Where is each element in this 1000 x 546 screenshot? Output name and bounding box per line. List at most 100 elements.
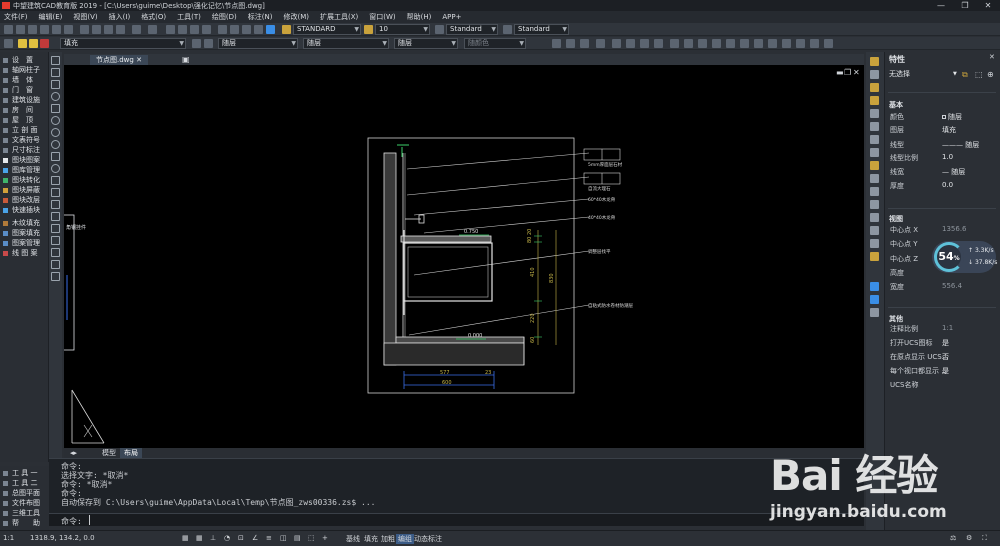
sc-icon[interactable]: ⬚ <box>308 534 315 542</box>
menu-modify[interactable]: 修改(M) <box>283 12 309 22</box>
light-bulb-icon[interactable] <box>18 39 27 48</box>
workspace-icon[interactable]: ⚙ <box>966 534 972 542</box>
help-icon[interactable] <box>266 25 275 34</box>
join-tool-icon[interactable] <box>870 213 879 222</box>
section-basic[interactable]: 基本 <box>889 100 903 110</box>
center-mark-icon[interactable] <box>782 39 791 48</box>
lp-item-hatch-manager[interactable]: 图案管理 <box>3 238 40 248</box>
text-style-select[interactable]: STANDARD ▼ <box>293 24 361 35</box>
lp-item-axis-column[interactable]: 轴网柱子 <box>3 65 40 75</box>
prop-linetype[interactable]: 线型 ——— 随层 <box>890 140 994 151</box>
drawing-canvas[interactable]: ▬ ❐ ✕ 角钢挂件 5mm厚面层石材 自流大理石 60*40木龙骨 40*40… <box>57 65 864 448</box>
pencil-icon[interactable] <box>612 39 621 48</box>
align-icon[interactable] <box>552 39 561 48</box>
tool-palette-icon[interactable] <box>242 25 251 34</box>
design-panel-icon[interactable] <box>870 308 879 317</box>
quick-select-icon[interactable]: ⧉ <box>962 70 968 80</box>
publish-icon[interactable] <box>64 25 73 34</box>
explode-tool-icon[interactable] <box>870 252 879 261</box>
circle-icon[interactable] <box>51 128 60 137</box>
lp-item-room[interactable]: 房 间 <box>3 105 33 115</box>
lp-item-elevation[interactable]: 立 剖 面 <box>3 125 37 135</box>
selection-select[interactable]: 无选择 ▼ <box>889 69 959 80</box>
trim-tool-icon[interactable] <box>870 174 879 183</box>
sun-icon[interactable] <box>29 39 38 48</box>
gradient-icon[interactable] <box>51 236 60 245</box>
dim-style-manager-icon[interactable] <box>824 39 833 48</box>
lp-item-tools-1[interactable]: 工 具 一 <box>3 468 37 478</box>
break-tool-icon[interactable] <box>870 200 879 209</box>
plotstyle-select[interactable]: 随颜色 ▼ <box>464 38 526 49</box>
layer-manager-icon[interactable] <box>4 39 13 48</box>
maximize-button[interactable]: ❐ <box>954 0 976 11</box>
menu-help[interactable]: 帮助(H) <box>407 12 432 22</box>
lp-item-dimension[interactable]: 尺寸标注 <box>3 145 40 155</box>
new-tab-icon[interactable]: ▣ <box>182 55 190 64</box>
paste-icon[interactable] <box>104 25 113 34</box>
lp-item-roof[interactable]: 屋 顶 <box>3 115 33 125</box>
dyn-icon[interactable]: + <box>322 534 328 542</box>
extend-tool-icon[interactable] <box>870 187 879 196</box>
calc-icon[interactable] <box>254 25 263 34</box>
prop-linetype-scale[interactable]: 线型比例 1.0 <box>890 153 994 164</box>
tab-close-icon[interactable]: ✕ <box>136 56 142 64</box>
region-icon[interactable] <box>51 248 60 257</box>
ellipse-arc-icon[interactable] <box>51 176 60 185</box>
ellipse-icon[interactable] <box>51 164 60 173</box>
lp-item-help[interactable]: 帮 助 <box>3 518 40 528</box>
dim-radius-icon[interactable] <box>698 39 707 48</box>
command-input[interactable]: 命令: <box>49 513 864 526</box>
lock-icon[interactable] <box>40 39 49 48</box>
make-block-icon[interactable] <box>51 200 60 209</box>
dim-aligned-icon[interactable] <box>684 39 693 48</box>
menu-file[interactable]: 文件(F) <box>4 12 28 22</box>
mirror-tool-icon[interactable] <box>870 83 879 92</box>
color-select[interactable]: 随层 ▼ <box>218 38 298 49</box>
array-tool-icon[interactable] <box>870 109 879 118</box>
menu-draw[interactable]: 绘图(D) <box>212 12 237 22</box>
prop-ucs-per-viewport[interactable]: 每个视口都显示 ... 是 <box>890 366 994 377</box>
lp-item-site-plan[interactable]: 总图平面 <box>3 488 40 498</box>
move-tool-icon[interactable] <box>870 122 879 131</box>
lp-item-quick-insert[interactable]: 快速插块 <box>3 205 40 215</box>
prop-ucs-at-origin[interactable]: 在原点显示 UCS... 否 <box>890 352 994 363</box>
pencil-tool-icon[interactable] <box>870 57 879 66</box>
rectangle-icon[interactable] <box>51 104 60 113</box>
save-icon[interactable] <box>28 25 37 34</box>
prop-color[interactable]: 颜色 随层 <box>890 112 994 123</box>
ortho-icon[interactable]: ⊥ <box>210 534 216 542</box>
dim-linear-icon[interactable] <box>670 39 679 48</box>
design-center-icon[interactable] <box>230 25 239 34</box>
arc-icon[interactable] <box>51 116 60 125</box>
preview-icon[interactable] <box>52 25 61 34</box>
open-icon[interactable] <box>16 25 25 34</box>
stretch-tool-icon[interactable] <box>870 161 879 170</box>
grid-toggle-icon[interactable]: ▦ <box>196 534 203 542</box>
menu-ext-tools[interactable]: 扩展工具(X) <box>320 12 358 22</box>
menu-format[interactable]: 格式(O) <box>141 12 166 22</box>
dim-angle-icon[interactable] <box>712 39 721 48</box>
prop-lineweight[interactable]: 线宽 — 随层 <box>890 167 994 178</box>
point-icon[interactable] <box>51 212 60 221</box>
prop-thickness[interactable]: 厚度 0.0 <box>890 181 994 192</box>
menu-window[interactable]: 窗口(W) <box>369 12 395 22</box>
prop-center-x[interactable]: 中心点 X 1356.6 <box>890 225 994 236</box>
scale-tool-icon[interactable] <box>870 148 879 157</box>
lp-item-wall[interactable]: 墙 体 <box>3 75 33 85</box>
snap-icon[interactable]: ▦ <box>182 534 189 542</box>
annotation-scale-icon[interactable]: ⚖ <box>950 534 956 542</box>
lp-item-wood-hatch[interactable]: 木纹填充 <box>3 218 40 228</box>
cut-icon[interactable] <box>80 25 89 34</box>
lineweight-select[interactable]: 随层 ▼ <box>394 38 458 49</box>
spline-icon[interactable] <box>51 152 60 161</box>
menu-view[interactable]: 视图(V) <box>73 12 97 22</box>
rotate-tool-icon[interactable] <box>870 135 879 144</box>
table-icon[interactable] <box>51 260 60 269</box>
prop-layer[interactable]: 图层 填充 <box>890 125 994 136</box>
pattern-icon[interactable] <box>566 39 575 48</box>
undo-icon[interactable] <box>132 25 141 34</box>
lp-item-block-pattern[interactable]: 图块图案 <box>3 155 40 165</box>
toggle-pickadd-icon[interactable]: ⊕ <box>987 70 994 79</box>
document-tab[interactable]: 节点图.dwg ✕ <box>90 55 148 65</box>
dim-style-select[interactable]: Standard ▼ <box>446 24 498 35</box>
